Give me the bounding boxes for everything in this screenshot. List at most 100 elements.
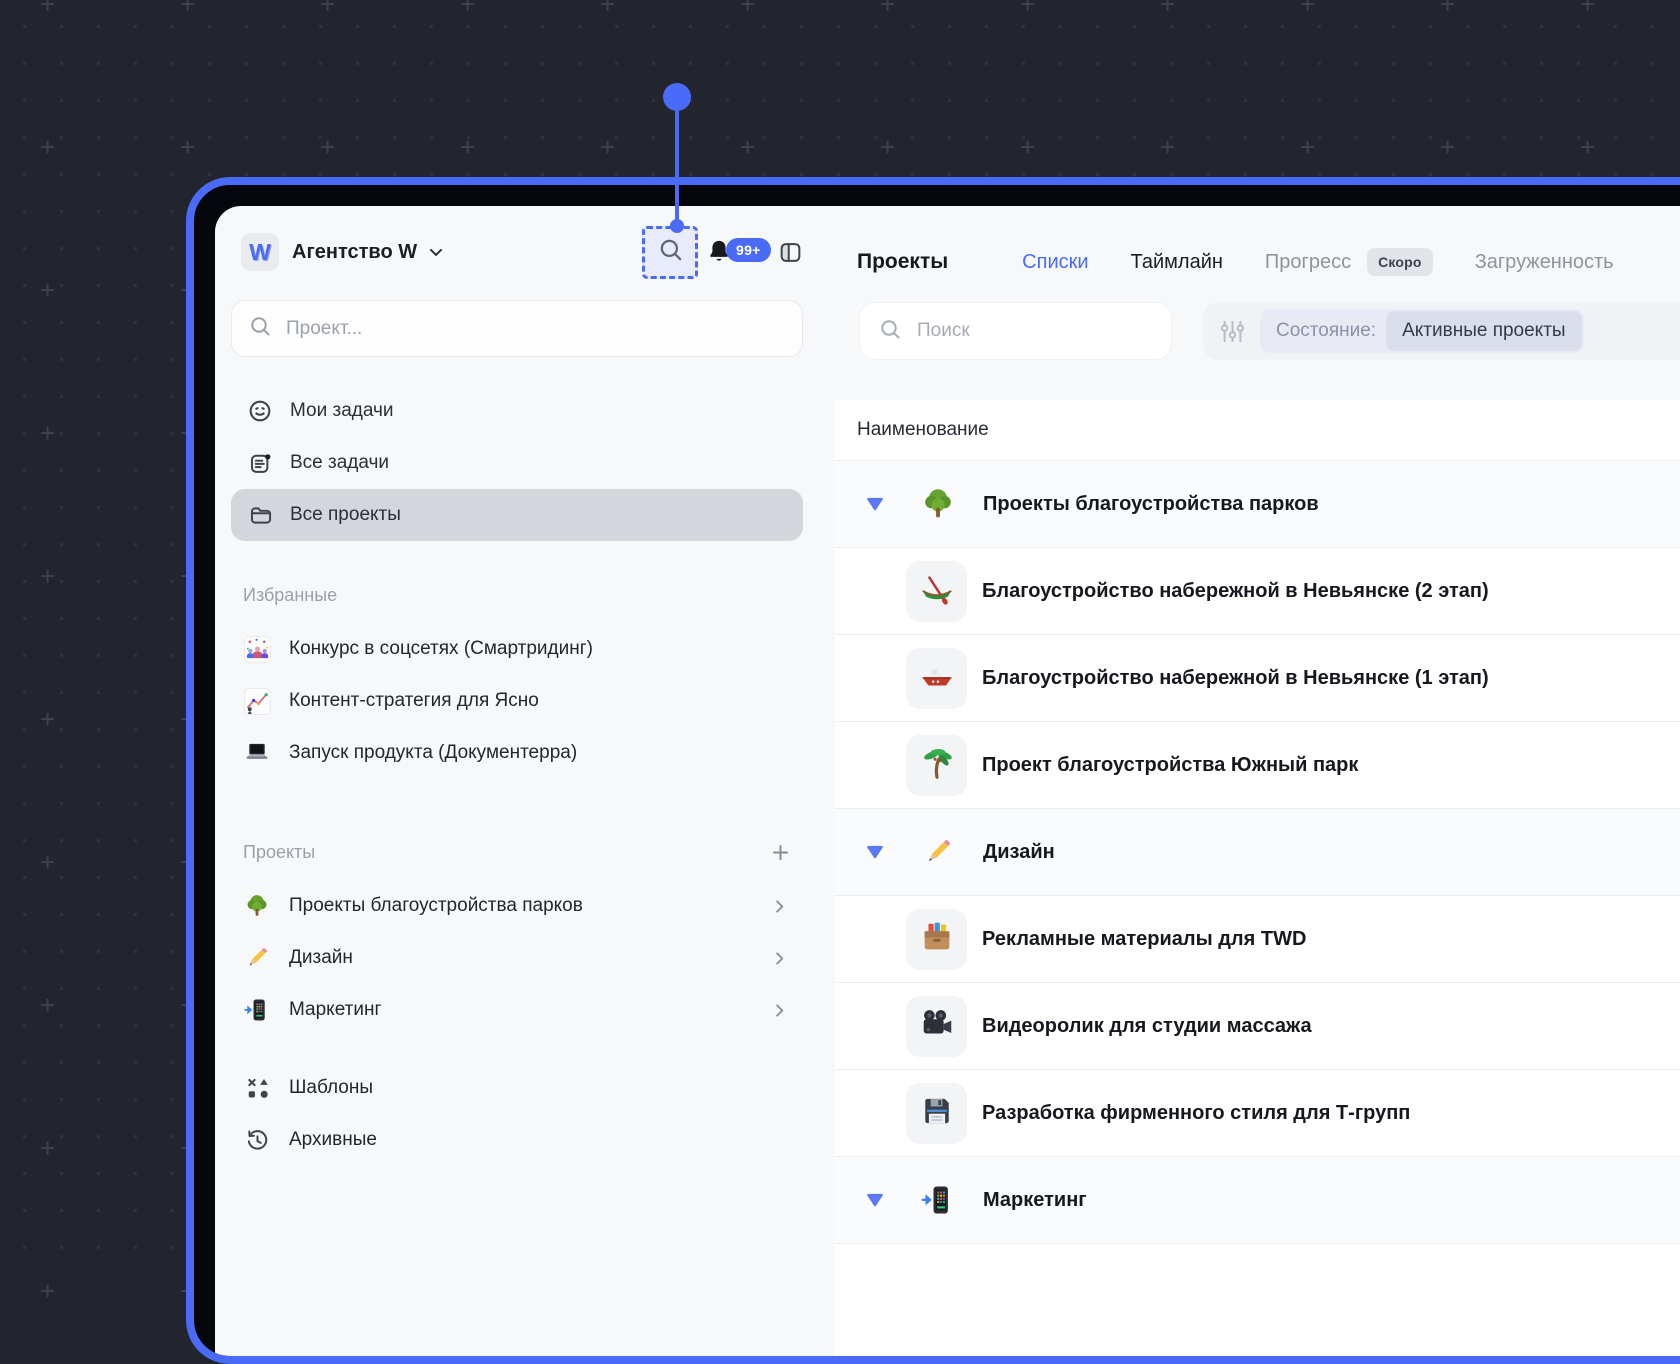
project-item[interactable]: Маркетинг xyxy=(231,984,803,1036)
group-title: Маркетинг xyxy=(983,1188,1087,1211)
view-tab[interactable]: Списки xyxy=(1022,251,1088,274)
chevron-right-icon[interactable] xyxy=(770,897,789,916)
page-title: Проекты xyxy=(857,250,949,273)
main-area: Проекты Списки Таймлайн Прогресс Скоро З… xyxy=(819,206,1680,1356)
table-search-field[interactable] xyxy=(859,302,1172,360)
chevron-right-icon[interactable] xyxy=(770,949,789,968)
sidebar-nav-item[interactable]: Мои задачи xyxy=(231,385,803,437)
sidebar-footer-item[interactable]: Шаблоны xyxy=(231,1062,803,1114)
project-title: Видеоролик для студии массажа xyxy=(982,1014,1312,1037)
nav-item-label: Все задачи xyxy=(290,452,390,473)
favorites-section-label: Избранные xyxy=(243,584,338,605)
project-item[interactable]: Дизайн xyxy=(231,932,803,984)
group-emoji-icon xyxy=(918,1180,958,1220)
table-row[interactable]: Видеоролик для студии массажа xyxy=(835,983,1680,1070)
chevron-down-icon[interactable] xyxy=(426,242,446,262)
footer-item-icon xyxy=(243,1074,271,1102)
nav-item-icon xyxy=(247,398,273,424)
project-item-icon xyxy=(243,996,271,1024)
notifications-button[interactable]: 99+ xyxy=(706,236,771,268)
sidebar: W Агентство W 99+ Проект... Мои задачи В… xyxy=(215,206,819,1356)
annotation-dot xyxy=(663,83,691,111)
tab-soon-badge: Скоро xyxy=(1367,248,1433,276)
state-filter-value[interactable]: Активные проекты xyxy=(1386,311,1582,351)
table-row[interactable]: Маркетинг xyxy=(835,1157,1680,1244)
project-item-label: Дизайн xyxy=(289,947,353,968)
view-tab[interactable]: Прогресс Скоро xyxy=(1265,248,1433,276)
annotation-line xyxy=(675,109,679,227)
table-row[interactable]: Проекты благоустройства парков xyxy=(835,461,1680,548)
sidebar-search-field[interactable] xyxy=(231,300,803,357)
app-window-frame: W Агентство W 99+ Проект... Мои задачи В… xyxy=(186,177,1680,1364)
project-emoji-tile xyxy=(906,995,967,1057)
favorite-item-label: Конкурс в соцсетях (Смартридинг) xyxy=(289,638,593,659)
tab-label: Прогресс xyxy=(1264,250,1352,273)
search-icon xyxy=(248,314,272,343)
project-item-icon xyxy=(243,944,271,972)
table-row[interactable]: Благоустройство набережной в Невьянске (… xyxy=(835,548,1680,635)
sidebar-header: W Агентство W 99+ xyxy=(231,225,803,279)
add-project-button[interactable] xyxy=(770,842,791,863)
sidebar-footer-item[interactable]: Архивные xyxy=(231,1114,803,1166)
chevron-right-icon[interactable] xyxy=(770,1001,789,1020)
project-title: Благоустройство набережной в Невьянске (… xyxy=(982,579,1489,602)
table-header: Наименование xyxy=(835,400,1680,461)
view-tabs: Проекты Списки Таймлайн Прогресс Скоро З… xyxy=(857,240,1680,284)
collapse-triangle-icon[interactable] xyxy=(865,1191,885,1209)
project-emoji-icon xyxy=(918,657,956,700)
sidebar-nav-item[interactable]: Все проекты xyxy=(231,489,803,541)
filter-bar: Состояние: Активные проекты xyxy=(1203,302,1680,360)
sliders-icon[interactable] xyxy=(1219,318,1246,345)
footer-item-label: Архивные xyxy=(289,1129,377,1150)
table-row[interactable]: Рекламные материалы для TWD xyxy=(835,896,1680,983)
projects-section-header: Проекты xyxy=(231,824,803,880)
project-emoji-icon xyxy=(918,1005,956,1048)
favorite-item-label: Запуск продукта (Документерра) xyxy=(289,742,578,763)
project-emoji-tile xyxy=(906,734,967,796)
workspace-name[interactable]: Агентство W xyxy=(292,241,417,264)
table-row[interactable]: Дизайн xyxy=(835,809,1680,896)
group-title: Проекты благоустройства парков xyxy=(983,492,1319,515)
project-emoji-icon xyxy=(918,918,956,961)
project-emoji-icon xyxy=(919,1093,955,1134)
search-icon xyxy=(657,236,684,268)
collapse-triangle-icon[interactable] xyxy=(865,843,885,861)
sidebar-search-input[interactable] xyxy=(284,316,786,341)
table-row[interactable]: Проект благоустройства Южный парк xyxy=(835,722,1680,809)
nav-item-icon xyxy=(247,503,273,528)
projects-section-label: Проекты xyxy=(243,841,316,862)
filter-row: Состояние: Активные проекты xyxy=(859,302,1680,360)
collapse-triangle-icon[interactable] xyxy=(865,495,885,513)
app-window: W Агентство W 99+ Проект... Мои задачи В… xyxy=(215,206,1680,1356)
favorite-item[interactable]: Конкурс в соцсетях (Смартридинг) xyxy=(231,623,803,675)
sidebar-footer: Шаблоны Архивные xyxy=(231,1062,803,1166)
sidebar-toggle-icon[interactable] xyxy=(778,240,803,265)
table-row[interactable]: Разработка фирменного стиля для Т-групп xyxy=(835,1070,1680,1157)
project-title: Благоустройство набережной в Невьянске (… xyxy=(982,666,1489,689)
projects-list: Проекты благоустройства парков Дизайн Ма… xyxy=(231,880,803,1036)
projects-table: Наименование Проекты благоустройства пар… xyxy=(835,400,1680,1356)
global-search-button[interactable] xyxy=(642,225,698,279)
search-icon xyxy=(878,317,902,346)
group-emoji-icon xyxy=(918,484,958,524)
footer-item-icon xyxy=(243,1126,271,1154)
table-search-input[interactable] xyxy=(915,319,1153,343)
table-row[interactable]: Благоустройство набережной в Невьянске (… xyxy=(835,635,1680,722)
sidebar-nav-item[interactable]: Все задачи xyxy=(231,437,803,489)
favorite-item[interactable]: Контент-стратегия для Ясно xyxy=(231,675,803,727)
favorite-item-icon xyxy=(243,739,271,767)
group-emoji-icon xyxy=(918,832,958,872)
view-tab[interactable]: Загруженность xyxy=(1475,251,1614,274)
state-filter-chip[interactable]: Состояние: Активные проекты xyxy=(1260,309,1584,353)
project-emoji-icon xyxy=(918,570,956,613)
favorite-item[interactable]: Запуск продукта (Документерра) xyxy=(231,727,803,779)
project-emoji-tile xyxy=(906,647,967,709)
workspace-logo[interactable]: W xyxy=(241,233,279,271)
project-item-label: Проекты благоустройства парков xyxy=(289,895,583,916)
project-emoji-tile xyxy=(906,908,967,970)
view-tab[interactable]: Таймлайн xyxy=(1131,251,1223,274)
project-item-icon xyxy=(243,892,271,920)
tab-label: Загруженность xyxy=(1474,250,1614,273)
project-item[interactable]: Проекты благоустройства парков xyxy=(231,880,803,932)
tabs-container: Списки Таймлайн Прогресс Скоро Загруженн… xyxy=(1022,248,1655,276)
